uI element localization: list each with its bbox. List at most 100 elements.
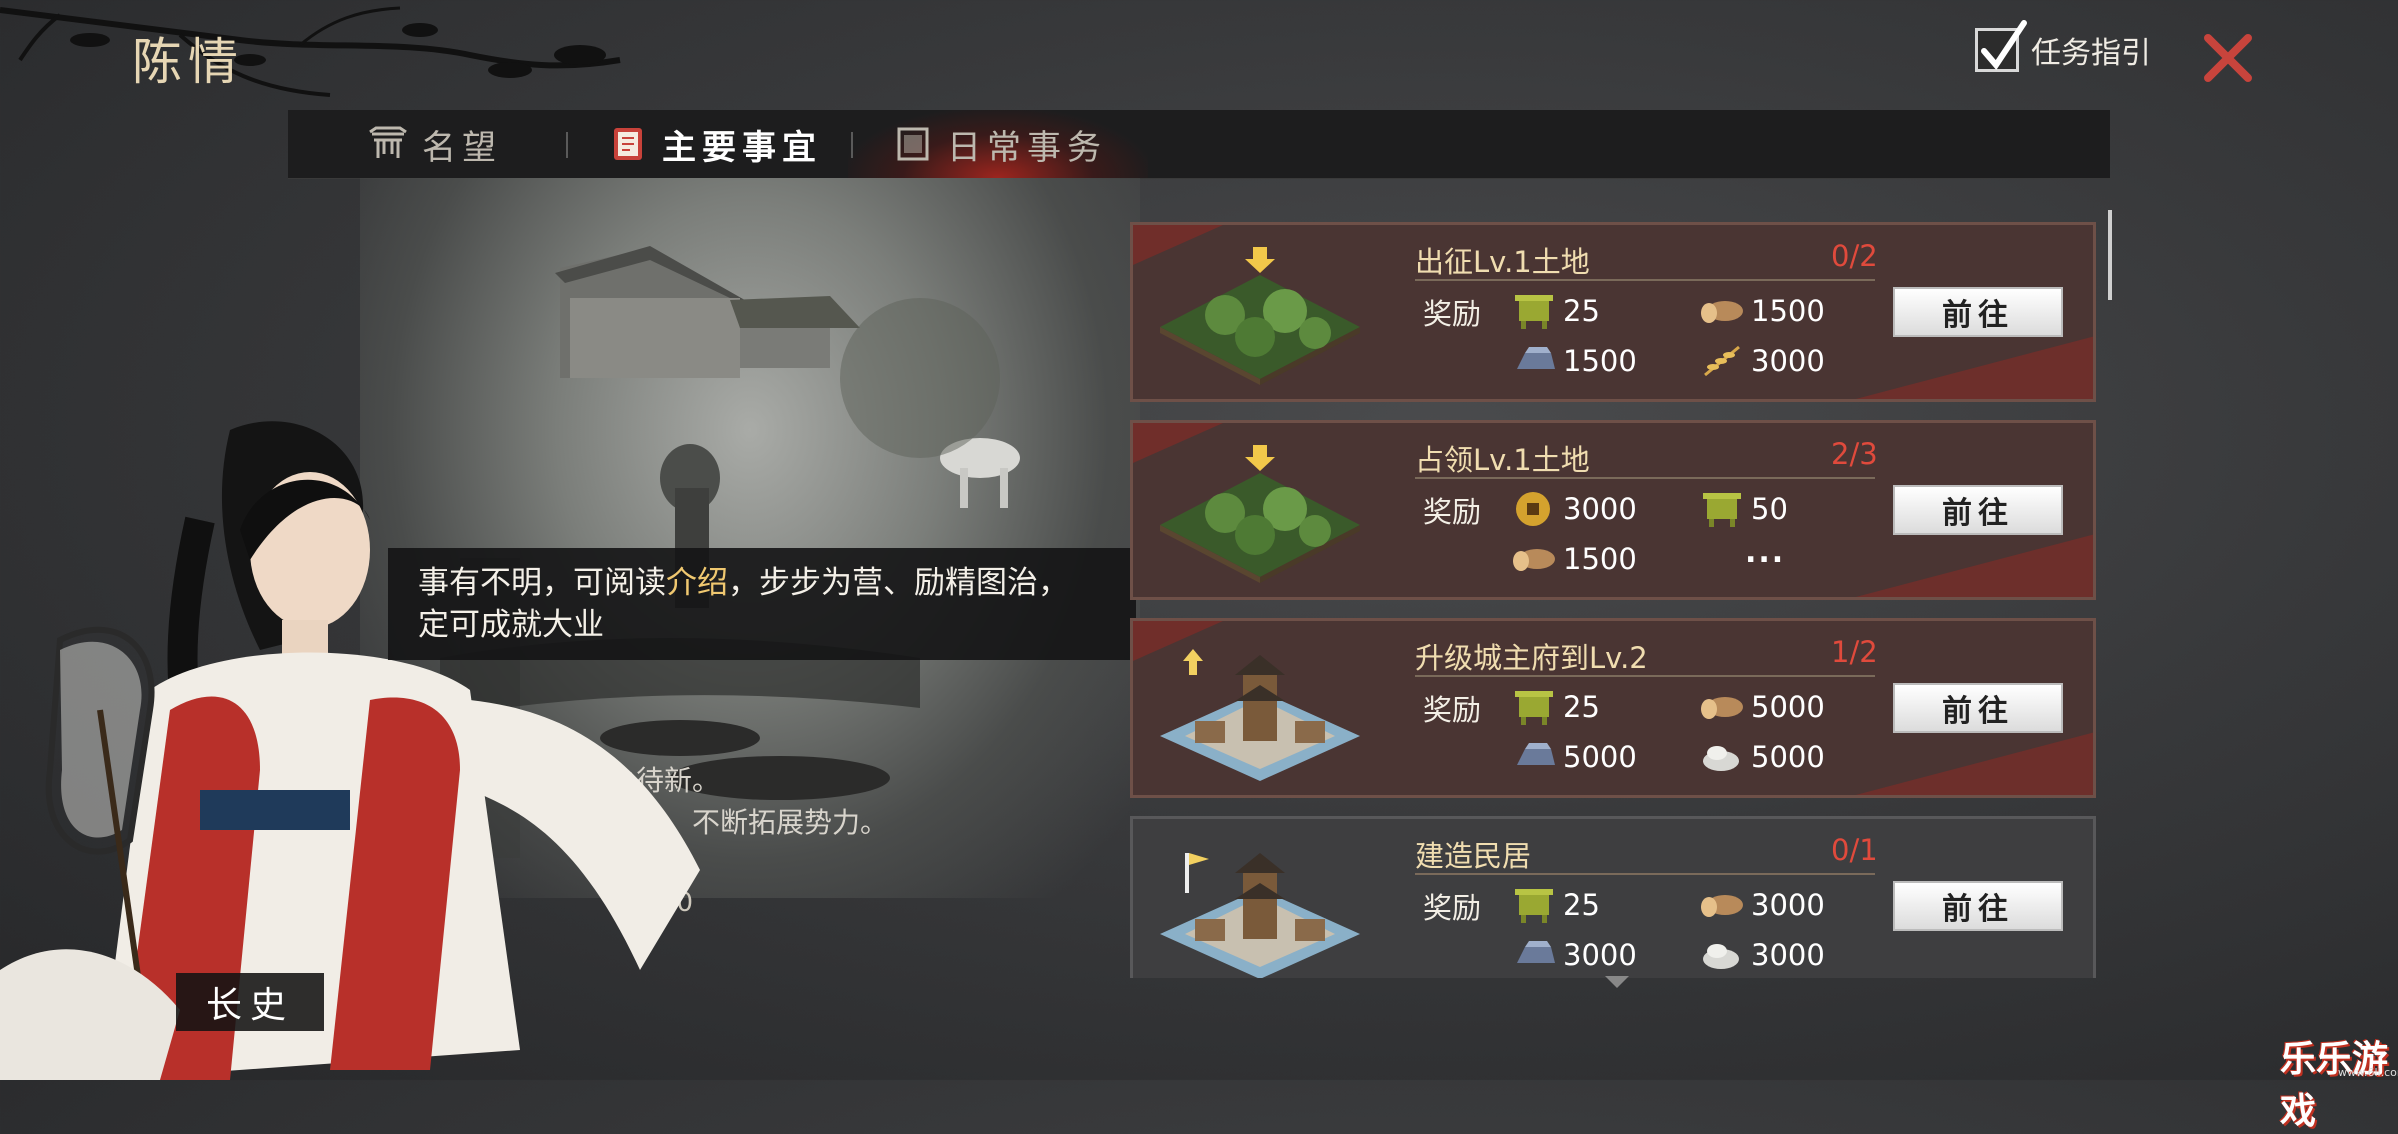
bronze-cauldron-icon (1703, 493, 1741, 527)
go-button[interactable]: 前往 (1893, 287, 2063, 337)
title-divider (1415, 873, 1875, 875)
iron-ingot-icon (1517, 347, 1555, 369)
reward-label: 奖励 (1423, 495, 1482, 529)
reward-item: 3000 (1699, 341, 1825, 381)
title-divider (1415, 675, 1875, 677)
task-card: 升级城主府到Lv.2 1/2 奖励 25 5000 5000 5000 前往 (1130, 618, 2096, 798)
task-title: 占领Lv.1土地 (1415, 443, 1590, 477)
copper-coin-icon (1516, 492, 1550, 526)
tooltip-line-2: 定可成就大业 (418, 607, 604, 643)
guide-label: 任务指引 (2031, 36, 2151, 71)
reward-value: 1500 (1563, 344, 1637, 378)
reward-label: 奖励 (1423, 693, 1482, 727)
wood-log-icon (1701, 697, 1743, 719)
title-divider (1415, 279, 1875, 281)
tab-label: 主要事宜 (662, 127, 822, 168)
reward-item: 50 (1699, 489, 1788, 529)
reward-item: 25 (1511, 291, 1600, 331)
reward-value: 5000 (1751, 690, 1825, 724)
reward-value: 3000 (1751, 888, 1825, 922)
task-card: 占领Lv.1土地 2/3 奖励 3000 50 1500 ... 前往 (1130, 420, 2096, 600)
advisor-name-plate: 长史 (176, 973, 324, 1031)
go-button[interactable]: 前往 (1893, 485, 2063, 535)
reward-label: 奖励 (1423, 891, 1482, 925)
page-title: 陈情 (132, 33, 244, 91)
reward-value: 3000 (1751, 938, 1825, 972)
tab-divider (566, 132, 568, 158)
stone-icon (1703, 944, 1739, 969)
reward-value: 3000 (1751, 344, 1825, 378)
task-list[interactable]: 出征Lv.1土地 0/2 奖励 25 1500 1500 3000 前往 占领L… (1128, 222, 2100, 978)
watermark-url: www.6ll.com (2338, 1066, 2398, 1079)
reward-item: 3000 (1699, 935, 1825, 975)
tab-main-affairs[interactable]: 主要事宜 (608, 110, 822, 178)
tab-label: 日常事务 (947, 127, 1107, 168)
city-tile-image (1160, 853, 1360, 978)
reward-item: 3000 (1699, 885, 1825, 925)
reward-label: 奖励 (1423, 297, 1482, 331)
stone-icon (1703, 746, 1739, 771)
tab-daily-affairs[interactable]: 日常事务 (893, 110, 1107, 178)
tab-label: 名望 (422, 127, 502, 168)
reward-value: 1500 (1563, 542, 1637, 576)
reward-item: 3000 (1511, 489, 1637, 529)
task-card: 建造民居 0/1 奖励 25 3000 3000 3000 前往 (1130, 816, 2096, 978)
reward-value: 25 (1563, 888, 1600, 922)
go-button[interactable]: 前往 (1893, 683, 2063, 733)
hint-tooltip: 事有不明，可阅读介绍，步步为营、励精图治， 定可成就大业 (388, 548, 1136, 660)
guide-checkbox[interactable] (1975, 20, 2027, 72)
wood-log-icon (1513, 549, 1555, 571)
task-card: 出征Lv.1土地 0/2 奖励 25 1500 1500 3000 前往 (1130, 222, 2096, 402)
reward-value: 1500 (1751, 294, 1825, 328)
task-progress: 0/1 (1831, 833, 1878, 867)
reward-value: 25 (1563, 690, 1600, 724)
tooltip-intro-link[interactable]: 介绍 (666, 565, 728, 601)
watermark-logo: 乐乐游戏 (2280, 1039, 2389, 1132)
reward-value: 5000 (1563, 740, 1637, 774)
task-progress: 0/2 (1831, 239, 1878, 273)
calendar-icon (897, 127, 929, 161)
grain-icon (1704, 345, 1740, 377)
scroll-book-icon (614, 128, 642, 160)
wood-log-icon (1701, 895, 1743, 917)
task-title: 出征Lv.1土地 (1415, 245, 1590, 279)
tab-divider (851, 132, 853, 158)
city-tile-image (1160, 649, 1360, 781)
tab-bar: 名望 主要事宜 日常事务 (288, 110, 2110, 179)
close-icon[interactable] (2200, 30, 2256, 86)
task-progress: 2/3 (1831, 437, 1878, 471)
reward-item: 25 (1511, 687, 1600, 727)
wood-log-icon (1701, 301, 1743, 323)
reward-item: 1500 (1699, 291, 1825, 331)
iron-ingot-icon (1517, 941, 1555, 963)
iron-ingot-icon (1517, 743, 1555, 765)
reward-value: 3000 (1563, 492, 1637, 526)
checkmark-icon (1981, 20, 2027, 70)
reward-item: 5000 (1699, 737, 1825, 777)
reward-value: 25 (1563, 294, 1600, 328)
title-divider (1415, 477, 1875, 479)
task-progress: 1/2 (1831, 635, 1878, 669)
land-tile-image (1160, 445, 1360, 583)
reward-item: 5000 (1699, 687, 1825, 727)
reward-item: 1500 (1511, 341, 1637, 381)
advisor-portrait (0, 421, 700, 1080)
task-title: 升级城主府到Lv.2 (1415, 641, 1648, 675)
reward-value: 5000 (1751, 740, 1825, 774)
land-tile-image (1160, 247, 1360, 385)
go-button[interactable]: 前往 (1893, 881, 2063, 931)
reward-item: 25 (1511, 885, 1600, 925)
bronze-cauldron-icon (1515, 691, 1553, 725)
tab-reputation[interactable]: 名望 (368, 110, 502, 178)
bronze-cauldron-icon (1515, 889, 1553, 923)
more-rewards-indicator: ... (1745, 535, 1786, 570)
reward-item: 3000 (1511, 935, 1637, 975)
reward-value: 3000 (1563, 938, 1637, 972)
scroll-down-icon[interactable] (1605, 976, 1629, 988)
bronze-cauldron-icon (1515, 295, 1553, 329)
task-guide-toggle[interactable]: 任务指引 (1975, 20, 2151, 72)
scrollbar-thumb[interactable] (2108, 210, 2112, 300)
tooltip-text: ，步步为营、励精图治， (728, 565, 1069, 601)
gate-icon (369, 126, 407, 158)
reward-value: 50 (1751, 492, 1788, 526)
